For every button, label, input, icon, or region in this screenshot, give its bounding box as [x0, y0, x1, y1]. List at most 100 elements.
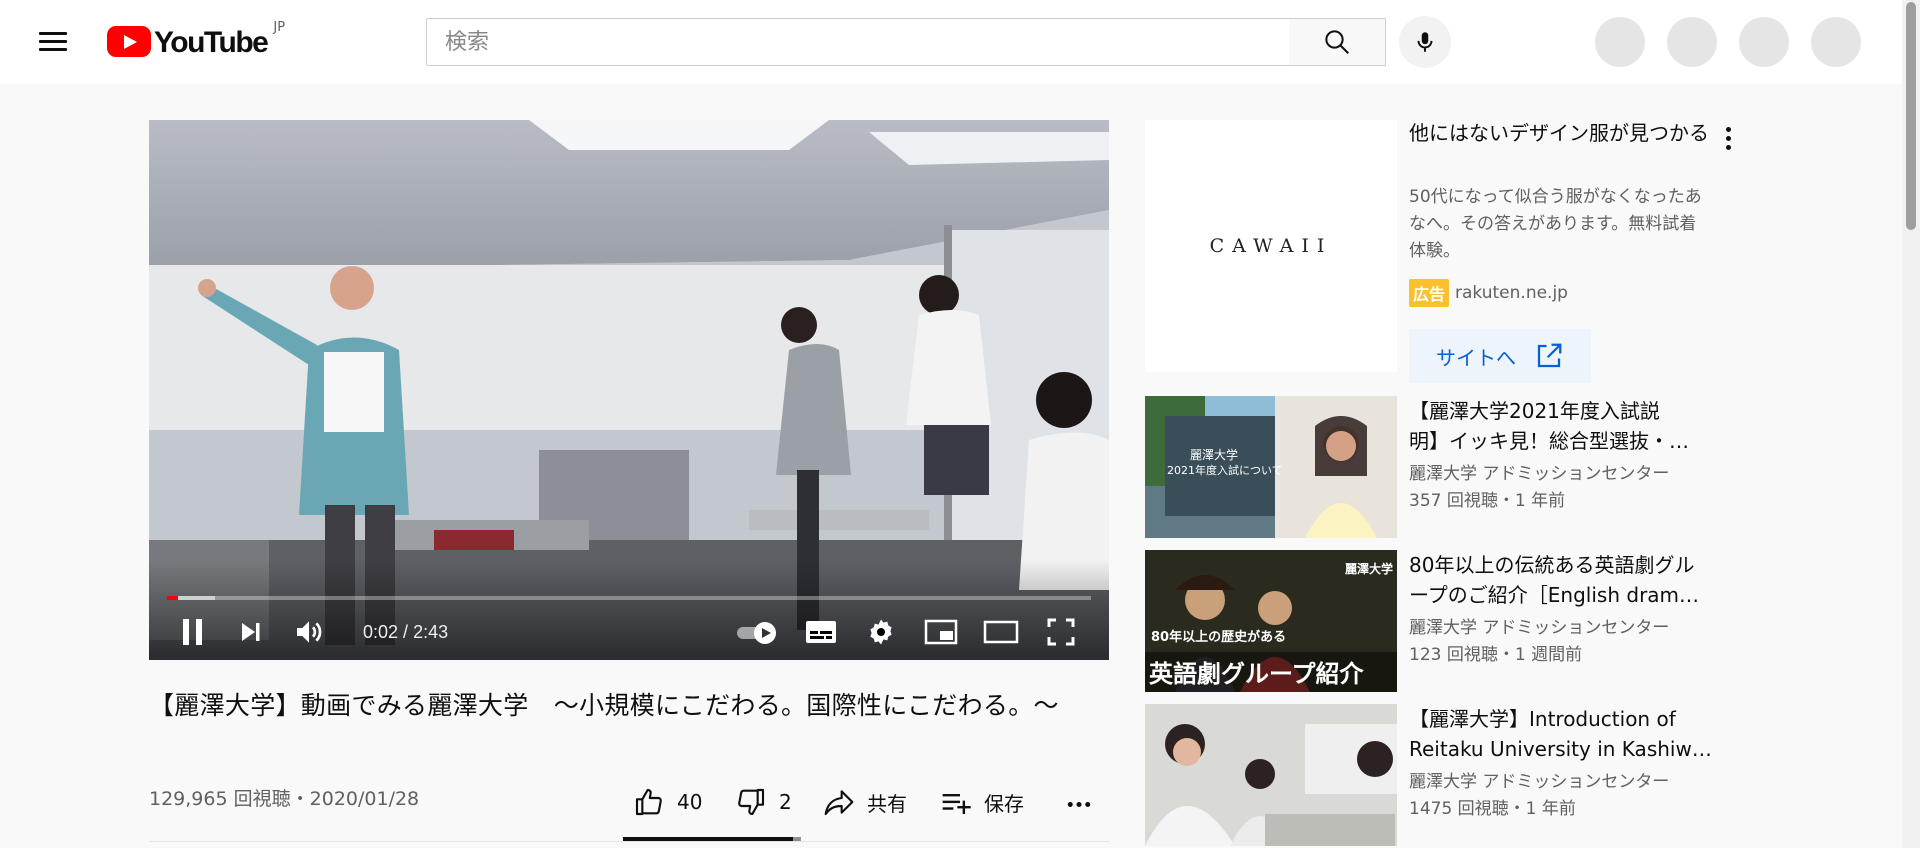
search-input[interactable] — [427, 19, 1289, 65]
thumb-text-line1: 麗澤大学 — [1190, 448, 1239, 462]
recommendation-channel[interactable]: 麗澤大学 アドミッションセンター — [1409, 613, 1669, 638]
ad-brand-logo: CAWAII — [1209, 235, 1333, 257]
ad-domain: rakuten.ne.jp — [1455, 283, 1568, 303]
search-icon — [1325, 30, 1349, 54]
mute-button[interactable] — [287, 610, 331, 654]
pause-icon — [183, 619, 202, 645]
search-button[interactable] — [1289, 18, 1386, 66]
title-line-2: 明】イッキ見！総合型選抜・… — [1409, 429, 1689, 453]
recommendation-meta: 1475 回視聴・1 年前 — [1409, 799, 1576, 819]
more-icon — [1067, 802, 1091, 807]
current-time: 0:02 — [363, 622, 399, 642]
autoplay-toggle-icon — [737, 622, 776, 644]
more-actions-button[interactable] — [1064, 784, 1106, 820]
thumbs-up-icon — [635, 788, 662, 816]
thumb-text-line2: 2021年度入試について — [1167, 464, 1283, 477]
video-title: 【麗澤大学】動画でみる麗澤大学 ～小規模にこだわる。国際性にこだわる。～ — [149, 691, 1059, 720]
menu-icon[interactable] — [36, 26, 70, 56]
mic-icon — [1417, 32, 1433, 52]
progress-played — [167, 596, 179, 600]
ad-menu-button[interactable] — [1716, 122, 1740, 154]
subtitles-button[interactable] — [799, 610, 843, 654]
save-label: 保存 — [984, 791, 1024, 816]
recommendation-meta: 123 回視聴・1 週間前 — [1409, 645, 1583, 665]
recommendation-item[interactable]: 麗澤大学 80年以上の歴史がある 英語劇グループ紹介 80年以上の伝統ある英語劇… — [1145, 550, 1745, 692]
recommendation-title: 【麗澤大学2021年度入試説 明】イッキ見！総合型選抜・… — [1409, 396, 1719, 456]
save-button[interactable]: 保存 — [940, 784, 1024, 820]
recommendation-item[interactable]: 麗澤大学 2021年度入試について 【麗澤大学2021年度入試説 明】イッキ見！… — [1145, 396, 1745, 538]
ad-badge: 広告 — [1409, 279, 1450, 307]
dislike-count: 2 — [779, 790, 792, 814]
header-placeholder-button-3[interactable] — [1739, 17, 1789, 67]
theater-icon — [983, 620, 1019, 644]
thumb-tag: 麗澤大学 — [1344, 562, 1393, 576]
recommendation-meta: 357 回視聴・1 年前 — [1409, 491, 1566, 511]
settings-button[interactable] — [859, 610, 903, 654]
fullscreen-button[interactable] — [1039, 610, 1083, 654]
like-button[interactable]: 40 — [633, 784, 702, 820]
more-vert-icon-dot — [1725, 135, 1731, 141]
next-icon — [242, 623, 260, 641]
autoplay-toggle[interactable] — [729, 610, 785, 654]
recommendation-title: 【麗澤大学】Introduction of Reitaku University… — [1409, 704, 1719, 764]
duration: 2:43 — [413, 622, 449, 642]
page-scrollbar[interactable] — [1902, 0, 1920, 848]
ad-title[interactable]: 他にはないデザイン服が見つかる — [1409, 118, 1709, 148]
thumb-caption-top: 80年以上の歴史がある — [1151, 630, 1287, 645]
theater-mode-button[interactable] — [979, 610, 1023, 654]
thumbnail-image — [1145, 704, 1397, 846]
progress-bar[interactable] — [167, 596, 1091, 600]
more-vert-icon-dot — [1725, 126, 1731, 132]
ad-cta-label: サイトへ — [1436, 345, 1516, 370]
like-count: 40 — [677, 790, 703, 814]
view-count: 129,965 回視聴 — [149, 788, 291, 810]
recommendation-item[interactable]: 【麗澤大学】Introduction of Reitaku University… — [1145, 704, 1745, 846]
recommendation-thumbnail — [1145, 704, 1397, 846]
ad-badge-row: 広告 rakuten.ne.jp — [1409, 279, 1568, 307]
recommendation-channel[interactable]: 麗澤大学 アドミッションセンター — [1409, 459, 1669, 484]
title-line-2: ープのご紹介［English dram… — [1409, 583, 1700, 607]
thumbs-down-icon — [738, 788, 765, 816]
title-line-2: Reitaku University in Kashiwa… — [1409, 737, 1719, 761]
external-link-icon — [1537, 343, 1562, 368]
share-button[interactable]: 共有 — [823, 784, 907, 820]
upload-date: 2020/01/28 — [309, 788, 420, 810]
recommendation-title: 80年以上の伝統ある英語劇グル ープのご紹介［English dram… — [1409, 550, 1719, 610]
ad-visit-site-button[interactable]: サイトへ — [1409, 329, 1591, 383]
title-line-1: 80年以上の伝統ある英語劇グル — [1409, 553, 1695, 577]
title-line-1: 【麗澤大学2021年度入試説 — [1409, 399, 1660, 423]
meta-separator: ・ — [290, 788, 310, 810]
miniplayer-icon — [924, 619, 958, 645]
recommendation-thumbnail: 麗澤大学 2021年度入試について — [1145, 396, 1397, 538]
fullscreen-icon — [1047, 618, 1075, 646]
video-meta: 129,965 回視聴・2020/01/28 — [149, 784, 419, 811]
miniplayer-button[interactable] — [919, 610, 963, 654]
pause-button[interactable] — [171, 610, 215, 654]
ad-thumbnail[interactable]: CAWAII — [1145, 120, 1397, 372]
header-placeholder-button-1[interactable] — [1595, 17, 1645, 67]
playlist-add-icon — [942, 794, 971, 814]
masthead: YouTube JP — [0, 0, 1902, 84]
share-label: 共有 — [867, 791, 907, 816]
scrollbar-thumb[interactable] — [1906, 2, 1916, 230]
video-player[interactable]: 0:02 / 2:43 — [149, 120, 1109, 660]
volume-icon — [297, 621, 322, 643]
next-button[interactable] — [231, 610, 271, 654]
recommendation-channel[interactable]: 麗澤大学 アドミッションセンター — [1409, 767, 1669, 792]
logo-text: YouTube — [154, 26, 269, 59]
settings-icon — [870, 619, 892, 645]
youtube-play-icon — [107, 26, 151, 57]
header-placeholder-button-2[interactable] — [1667, 17, 1717, 67]
recommendation-thumbnail: 麗澤大学 80年以上の歴史がある 英語劇グループ紹介 — [1145, 550, 1397, 692]
time-separator: / — [398, 622, 414, 642]
share-icon — [824, 790, 854, 816]
title-line-1: 【麗澤大学】Introduction of — [1409, 707, 1676, 731]
voice-search-button[interactable] — [1399, 16, 1451, 68]
youtube-logo[interactable]: YouTube JP — [107, 20, 285, 60]
ad-description: 50代になって似合う服がなくなったあなへ。その答えがあります。無料試着体験。 — [1409, 187, 1702, 261]
subtitles-icon — [806, 621, 836, 643]
header-placeholder-button-4[interactable] — [1811, 17, 1861, 67]
more-vert-icon-dot — [1725, 144, 1731, 150]
country-code: JP — [273, 20, 286, 35]
dislike-button[interactable]: 2 — [735, 784, 792, 820]
